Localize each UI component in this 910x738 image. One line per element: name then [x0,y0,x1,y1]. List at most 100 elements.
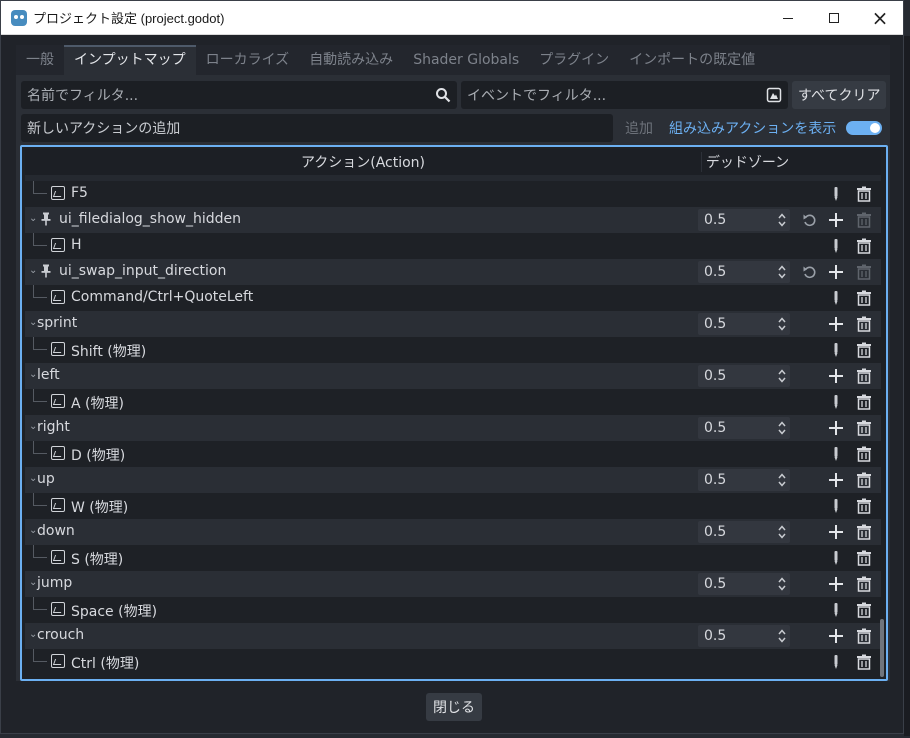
add-event-icon[interactable] [827,211,845,229]
spin-updown-icon[interactable] [778,213,786,227]
maximize-button[interactable] [811,1,857,35]
input-map-tree[interactable]: アクション(Action) デッドゾーン F5 ⌄ ui_filedialog_sh… [20,145,888,681]
add-event-icon[interactable] [827,627,845,645]
chevron-down-icon[interactable]: ⌄ [29,318,37,328]
edit-event-icon[interactable] [827,497,845,515]
revert-icon[interactable] [801,211,819,229]
spin-updown-icon[interactable] [778,629,786,643]
edit-event-icon[interactable] [827,653,845,671]
chevron-down-icon[interactable]: ⌄ [29,370,37,380]
action-row[interactable]: ⌄ right 0.5 [25,415,881,441]
remove-event-icon[interactable] [855,237,873,255]
deadzone-spinbox[interactable]: 0.5 [698,313,790,335]
remove-event-icon[interactable] [855,393,873,411]
event-row[interactable]: S (物理) [25,545,881,571]
edit-event-icon[interactable] [827,289,845,307]
action-row[interactable]: ⌄ up 0.5 [25,467,881,493]
edit-event-icon[interactable] [827,185,845,203]
remove-action-icon[interactable] [855,367,873,385]
deadzone-spinbox[interactable]: 0.5 [698,209,790,231]
event-row[interactable]: A (物理) [25,389,881,415]
spin-updown-icon[interactable] [778,369,786,383]
action-row[interactable]: ⌄ down 0.5 [25,519,881,545]
event-row[interactable]: Command/Ctrl+QuoteLeft [25,285,881,311]
deadzone-spinbox[interactable]: 0.5 [698,573,790,595]
remove-event-icon[interactable] [855,185,873,203]
revert-icon[interactable] [801,263,819,281]
add-action-button[interactable]: 追加 [625,118,653,138]
chevron-down-icon[interactable]: ⌄ [29,526,37,536]
remove-action-icon[interactable] [855,315,873,333]
tab-4[interactable]: Shader Globals [403,45,529,75]
remove-event-icon[interactable] [855,289,873,307]
deadzone-spinbox[interactable]: 0.5 [698,521,790,543]
chevron-down-icon[interactable]: ⌄ [29,266,37,276]
keyboard-event-icon[interactable] [766,87,782,103]
event-row[interactable]: Ctrl (物理) [25,649,881,675]
tab-2[interactable]: ローカライズ [196,45,300,75]
minimize-button[interactable] [765,1,811,35]
deadzone-spinbox[interactable]: 0.5 [698,469,790,491]
add-event-icon[interactable] [827,263,845,281]
tab-1[interactable]: インプットマップ [64,45,196,75]
spin-updown-icon[interactable] [778,525,786,539]
tab-6[interactable]: インポートの既定値 [619,45,765,75]
add-event-icon[interactable] [827,315,845,333]
event-row[interactable]: D (物理) [25,441,881,467]
spin-updown-icon[interactable] [778,421,786,435]
action-row[interactable]: ⌄ ui_swap_input_direction 0.5 [25,259,881,285]
action-row[interactable]: ⌄ left 0.5 [25,363,881,389]
add-event-icon[interactable] [827,575,845,593]
name-filter-input[interactable]: 名前でフィルタ... [21,81,457,109]
chevron-down-icon[interactable]: ⌄ [29,474,37,484]
remove-event-icon[interactable] [855,653,873,671]
remove-action-icon[interactable] [855,575,873,593]
spin-updown-icon[interactable] [778,265,786,279]
remove-action-icon[interactable] [855,471,873,489]
remove-event-icon[interactable] [855,601,873,619]
new-action-input[interactable]: 新しいアクションの追加 [21,114,613,142]
add-event-icon[interactable] [827,523,845,541]
chevron-down-icon[interactable]: ⌄ [29,630,37,640]
edit-event-icon[interactable] [827,393,845,411]
remove-action-icon[interactable] [855,523,873,541]
deadzone-spinbox[interactable]: 0.5 [698,625,790,647]
deadzone-spinbox[interactable]: 0.5 [698,261,790,283]
scroll-thumb[interactable] [880,619,884,677]
event-filter-input[interactable]: イベントでフィルタ... [461,81,788,109]
edit-event-icon[interactable] [827,445,845,463]
edit-event-icon[interactable] [827,341,845,359]
title-bar[interactable]: プロジェクト設定 (project.godot) × [1,1,903,35]
spin-updown-icon[interactable] [778,577,786,591]
remove-event-icon[interactable] [855,497,873,515]
spin-updown-icon[interactable] [778,317,786,331]
remove-event-icon[interactable] [855,341,873,359]
event-row[interactable]: Shift (物理) [25,337,881,363]
deadzone-spinbox[interactable]: 0.5 [698,365,790,387]
clear-all-button[interactable]: すべてクリア [792,81,887,109]
tab-3[interactable]: 自動読み込み [299,45,403,75]
remove-event-icon[interactable] [855,445,873,463]
event-row[interactable]: Space (物理) [25,597,881,623]
chevron-down-icon[interactable]: ⌄ [29,422,37,432]
close-dialog-button[interactable]: 閉じる [426,693,482,721]
event-row[interactable]: H [25,233,881,259]
event-row[interactable]: F5 [25,181,881,207]
tree-scrollbar[interactable] [878,151,884,677]
action-row[interactable]: ⌄ jump 0.5 [25,571,881,597]
add-event-icon[interactable] [827,367,845,385]
action-row[interactable]: ⌄ crouch 0.5 [25,623,881,649]
show-builtin-label[interactable]: 組み込みアクションを表示 [669,118,836,138]
action-row[interactable]: ⌄ sprint 0.5 [25,311,881,337]
chevron-down-icon[interactable]: ⌄ [29,578,37,588]
close-window-button[interactable]: × [857,1,903,35]
action-row[interactable]: ⌄ ui_filedialog_show_hidden 0.5 [25,207,881,233]
tab-0[interactable]: 一般 [16,45,64,75]
remove-action-icon[interactable] [855,419,873,437]
deadzone-spinbox[interactable]: 0.5 [698,417,790,439]
remove-event-icon[interactable] [855,549,873,567]
edit-event-icon[interactable] [827,237,845,255]
add-event-icon[interactable] [827,419,845,437]
tab-5[interactable]: プラグイン [529,45,619,75]
event-row[interactable]: W (物理) [25,493,881,519]
